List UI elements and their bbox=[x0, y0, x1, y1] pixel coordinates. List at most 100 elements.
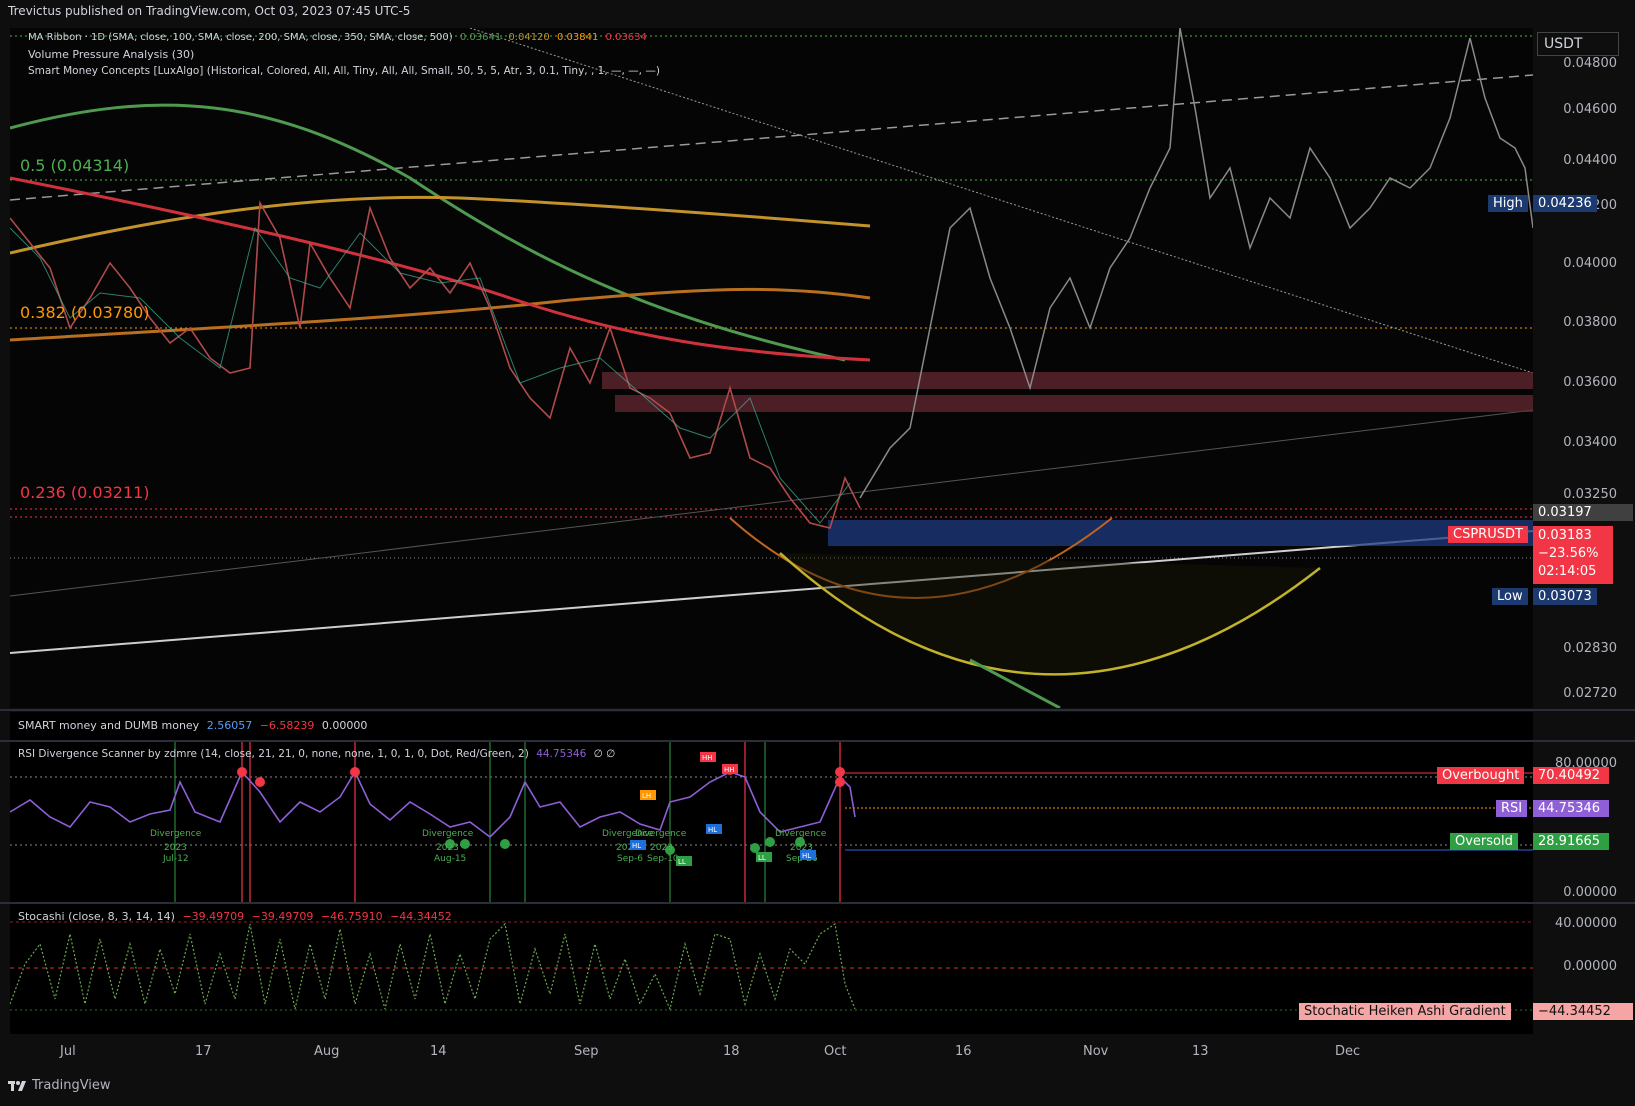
symbol-countdown: 02:14:05 bbox=[1538, 564, 1597, 579]
dumb-value: −6.58239 bbox=[259, 719, 315, 732]
price-tick: 0.02830 bbox=[1563, 641, 1617, 656]
published-line: Trevictus published on TradingView.com, … bbox=[8, 4, 411, 18]
fib-0382-label: 0.382 (0.03780) bbox=[20, 303, 150, 322]
rsi-label-tag: RSI bbox=[1496, 800, 1528, 817]
price-tick: 0.03800 bbox=[1563, 315, 1617, 330]
footer-brand[interactable]: TradingView bbox=[8, 1078, 111, 1093]
upper-dashed-trendline bbox=[10, 74, 1533, 201]
svg-text:HH: HH bbox=[702, 754, 713, 762]
tradingview-logo-icon bbox=[8, 1080, 26, 1091]
price-tick: 0.04800 bbox=[1563, 56, 1617, 71]
stochastic-tag-value: −44.34452 bbox=[1533, 1003, 1633, 1020]
ma-ribbon-label: MA Ribbon · 1D (SMA, close, 100, SMA, cl… bbox=[28, 32, 453, 43]
fib-05-label: 0.5 (0.04314) bbox=[20, 156, 130, 175]
rsi-legend[interactable]: RSI Divergence Scanner by zdmre (14, clo… bbox=[18, 748, 615, 760]
rsi-label: RSI Divergence Scanner by zdmre (14, clo… bbox=[18, 748, 529, 760]
price-tick: 0.03250 bbox=[1563, 487, 1617, 502]
divergence-label-2: Divergence bbox=[422, 829, 474, 839]
pane-separator[interactable] bbox=[0, 709, 1635, 711]
smart-dumb-value-3: 0.00000 bbox=[321, 719, 368, 732]
oversold-value: 28.91665 bbox=[1533, 833, 1609, 850]
divergence-date-1: Jul-12 bbox=[162, 854, 189, 864]
yellow-arc bbox=[779, 552, 1321, 676]
price-tick: 0.04600 bbox=[1563, 102, 1617, 117]
svg-text:HL: HL bbox=[632, 842, 641, 850]
time-tick: Oct bbox=[824, 1044, 847, 1059]
divergence-date-2: Aug-15 bbox=[434, 854, 466, 864]
rsi-pane[interactable]: Divergence 2023 Jul-12 Divergence 2023 A… bbox=[10, 742, 1533, 902]
svg-text:HL: HL bbox=[708, 826, 717, 834]
svg-text:HH: HH bbox=[724, 766, 735, 774]
ma-ribbon-value-4: 0.03634 bbox=[605, 32, 647, 43]
stochastic-axis[interactable]: 40.00000 0.00000 −44.34452 bbox=[1533, 904, 1635, 1034]
stochastic-value-2: −39.49709 bbox=[251, 910, 314, 923]
supply-zone-2 bbox=[615, 395, 1533, 412]
rsi-glyphs: ∅ ∅ bbox=[593, 748, 616, 760]
time-tick: Sep bbox=[574, 1044, 599, 1059]
time-axis[interactable]: Jul 17 Aug 14 Sep 18 Oct 16 Nov 13 Dec bbox=[0, 1034, 1635, 1072]
smart-dumb-pane[interactable]: SMART money and DUMB money 2.56057 −6.58… bbox=[10, 712, 1533, 740]
pivot-dots bbox=[237, 765, 845, 855]
price-chart-pane[interactable]: MA Ribbon · 1D (SMA, close, 100, SMA, cl… bbox=[10, 28, 1533, 708]
svg-text:LL: LL bbox=[758, 854, 766, 862]
time-tick: 13 bbox=[1192, 1044, 1209, 1059]
time-tick: 14 bbox=[430, 1044, 447, 1059]
time-tick: Aug bbox=[314, 1044, 340, 1059]
symbol-price-tag: 0.03183 −23.56% 02:14:05 bbox=[1533, 526, 1613, 584]
rsi-canvas[interactable]: Divergence 2023 Jul-12 Divergence 2023 A… bbox=[10, 742, 1533, 902]
symbol-change: −23.56% bbox=[1538, 546, 1599, 561]
currency-button[interactable]: USDT bbox=[1537, 32, 1619, 56]
smart-dumb-legend[interactable]: SMART money and DUMB money 2.56057 −6.58… bbox=[18, 719, 367, 732]
svg-text:LL: LL bbox=[678, 858, 686, 866]
rsi-axis[interactable]: 80.00000 0.00000 70.40492 44.75346 28.91… bbox=[1533, 742, 1635, 902]
ma-ribbon-value-1: 0.03641 bbox=[459, 32, 502, 43]
oversold-label: Oversold bbox=[1450, 833, 1518, 850]
divergence-date-3: Sep-6 bbox=[617, 854, 643, 864]
stochastic-tick: 40.00000 bbox=[1554, 916, 1617, 931]
high-label: High bbox=[1488, 195, 1528, 212]
ma-ribbon-value-2: 0.04120 bbox=[508, 32, 550, 43]
high-value: 0.04236 bbox=[1533, 195, 1597, 212]
demand-zone bbox=[828, 520, 1533, 546]
price-axis[interactable]: USDT 0.04800 0.04600 0.04400 0.04200 0.0… bbox=[1533, 28, 1635, 708]
price-tick: 0.02720 bbox=[1563, 686, 1617, 701]
low-value: 0.03073 bbox=[1533, 588, 1597, 605]
overbought-value: 70.40492 bbox=[1533, 767, 1609, 784]
divergence-annotations: Divergence 2023 Jul-12 Divergence 2023 A… bbox=[150, 829, 827, 864]
smc-legend[interactable]: Smart Money Concepts [LuxAlgo] (Historic… bbox=[28, 65, 660, 77]
rsi-line bbox=[10, 770, 856, 839]
divergence-year-2: 2023 bbox=[436, 843, 459, 853]
stochastic-legend[interactable]: Stocashi (close, 8, 3, 14, 14) −39.49709… bbox=[18, 910, 452, 923]
ma-ribbon-legend[interactable]: MA Ribbon · 1D (SMA, close, 100, SMA, cl… bbox=[28, 32, 647, 43]
time-tick: 17 bbox=[195, 1044, 212, 1059]
supply-zone-1 bbox=[602, 372, 1533, 389]
rsi-value: 44.75346 bbox=[536, 748, 587, 760]
time-tick: Jul bbox=[60, 1044, 76, 1059]
time-tick: 18 bbox=[723, 1044, 740, 1059]
smart-dumb-label: SMART money and DUMB money bbox=[18, 719, 200, 732]
current-price-label: 0.03197 bbox=[1533, 504, 1633, 521]
brand-name: TradingView bbox=[32, 1078, 111, 1093]
divergence-year-1: 2023 bbox=[164, 843, 187, 853]
stochastic-tick: 0.00000 bbox=[1563, 959, 1617, 974]
vpa-legend[interactable]: Volume Pressure Analysis (30) bbox=[28, 48, 194, 61]
rsi-value-tag: 44.75346 bbox=[1533, 800, 1609, 817]
ma-ribbon-value-3: 0.03841 bbox=[556, 32, 599, 43]
svg-text:LH: LH bbox=[642, 792, 651, 800]
divergence-date-4: Sep-10 bbox=[647, 854, 679, 864]
price-tick: 0.04400 bbox=[1563, 153, 1617, 168]
price-tick: 0.03400 bbox=[1563, 435, 1617, 450]
bearish-divergence-lines bbox=[241, 742, 841, 902]
smart-value: 2.56057 bbox=[206, 719, 253, 732]
price-chart-canvas[interactable] bbox=[10, 28, 1533, 708]
stochastic-value-1: −39.49709 bbox=[182, 910, 245, 923]
svg-text:HL: HL bbox=[802, 852, 811, 860]
low-label: Low bbox=[1492, 588, 1528, 605]
price-tick: 0.03600 bbox=[1563, 375, 1617, 390]
fib-0236-label: 0.236 (0.03211) bbox=[20, 483, 150, 502]
symbol-price: 0.03183 bbox=[1538, 528, 1592, 543]
stochastic-tag-label: Stochatic Heiken Ashi Gradient bbox=[1299, 1003, 1511, 1020]
stochastic-line bbox=[10, 922, 856, 1011]
stochastic-value-4: −44.34452 bbox=[390, 910, 452, 923]
time-tick: Dec bbox=[1335, 1044, 1361, 1059]
